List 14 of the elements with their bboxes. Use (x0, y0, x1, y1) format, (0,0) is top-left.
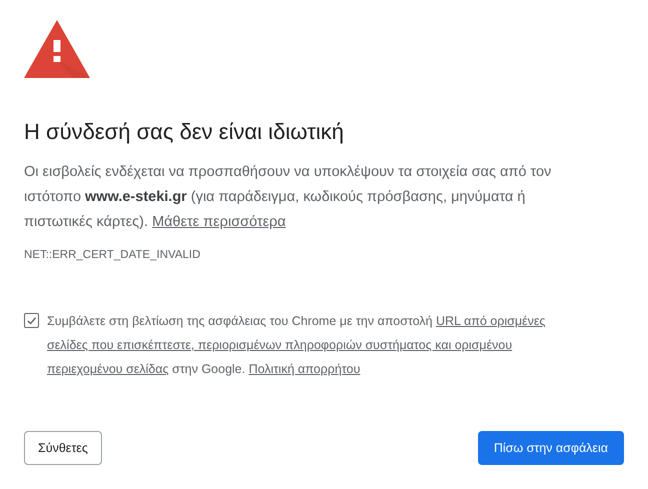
opt-in-text: Συμβάλετε στη βελτίωση της ασφάλειας του Chrome με την αποστολή URL από ορισμένες σελίδες που επισκέπτεστε, περιορισμένων πληροφοριών συστήματος και ορισμένου περιεχομένου σελίδας στην Google. Πολιτική απορρήτου (47, 313, 546, 378)
advanced-button[interactable]: Σύνθετες (24, 431, 102, 465)
back-to-safety-button[interactable]: Πίσω στην ασφάλεια (478, 431, 624, 465)
link[interactable]: Μάθετε περισσότερα (152, 214, 286, 230)
warning-message: Οι εισβολείς ενδέχεται να προσπαθήσουν να υποκλέψουν τα στοιχεία σας από τον ιστότοπο www.e-steki.gr (για παράδειγμα, κωδικούς πρόσβασης, μηνύματα ή πιστωτικές κάρτες). Μάθετε περισσότερα (24, 163, 552, 232)
link[interactable]: περιεχομένου σελίδας (47, 362, 169, 376)
checkbox[interactable] (24, 313, 39, 328)
warning-icon (24, 20, 90, 78)
error-code: NET::ERR_CERT_DATE_INVALID (24, 249, 202, 261)
checkmark-icon (26, 315, 37, 326)
link[interactable]: Πολιτική απορρήτου (248, 362, 360, 376)
page-heading: Η σύνδεσή σας δεν είναι ιδιωτική (24, 118, 345, 146)
link[interactable]: URL από ορισμένες (436, 314, 546, 328)
link[interactable]: σελίδες που επισκέπτεστε, περιορισμένων πληροφοριών συστήματος και ορισμένου (47, 338, 512, 352)
